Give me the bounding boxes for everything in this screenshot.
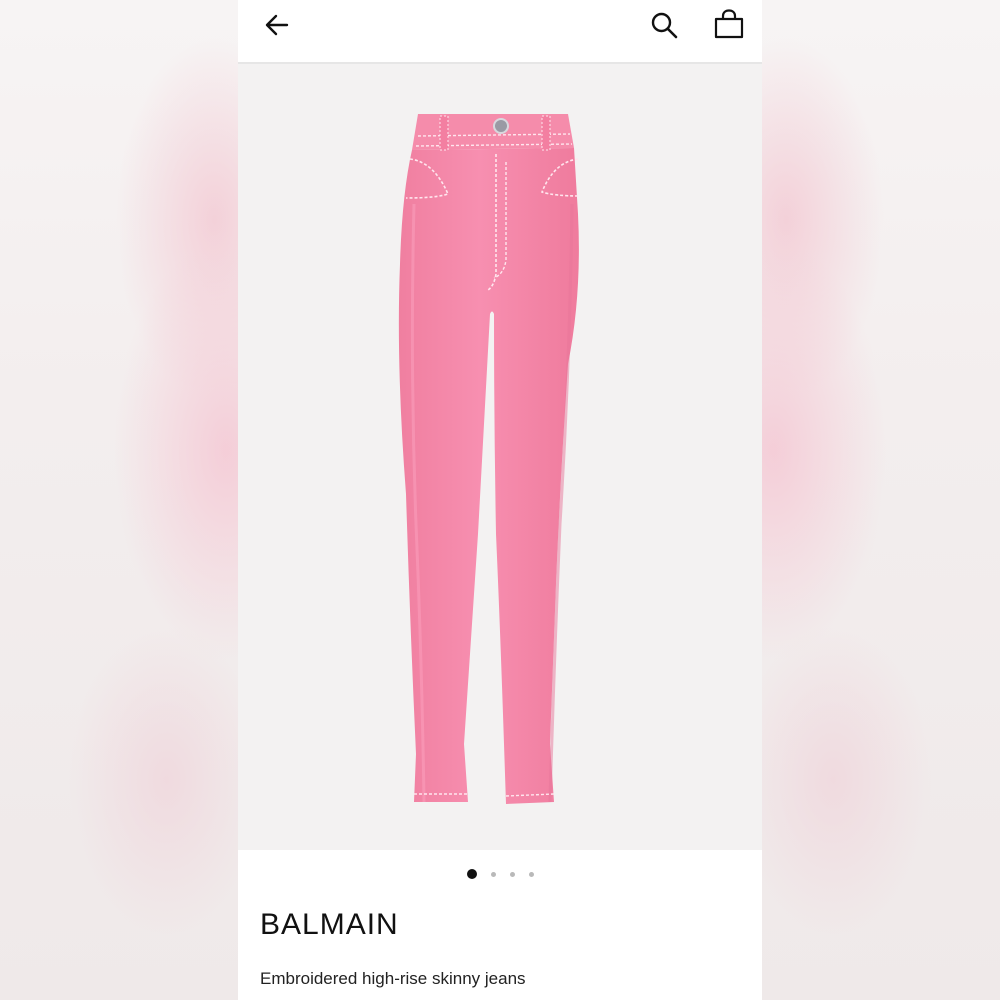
carousel-dot-1[interactable]	[466, 869, 477, 879]
carousel-dot-2[interactable]	[490, 871, 496, 877]
search-button[interactable]	[647, 8, 681, 42]
carousel-pagination	[238, 868, 762, 880]
blurred-backdrop-right	[762, 0, 1000, 1000]
blurred-backdrop-left	[0, 0, 238, 1000]
top-navigation-bar	[238, 0, 762, 64]
shopping-bag-icon	[714, 9, 744, 39]
shopping-bag-button[interactable]	[712, 8, 746, 42]
search-icon	[651, 12, 678, 39]
product-image-carousel[interactable]	[238, 64, 762, 850]
brand-name[interactable]: BALMAIN	[260, 908, 399, 942]
product-title: Embroidered high-rise skinny jeans	[260, 969, 526, 988]
carousel-dot-4[interactable]	[528, 871, 534, 877]
arrow-left-icon	[265, 14, 289, 36]
back-button[interactable]	[260, 8, 294, 42]
product-image-jeans	[398, 114, 581, 804]
carousel-dot-3[interactable]	[509, 871, 515, 877]
product-page: BALMAIN Embroidered high-rise skinny jea…	[238, 0, 762, 1000]
